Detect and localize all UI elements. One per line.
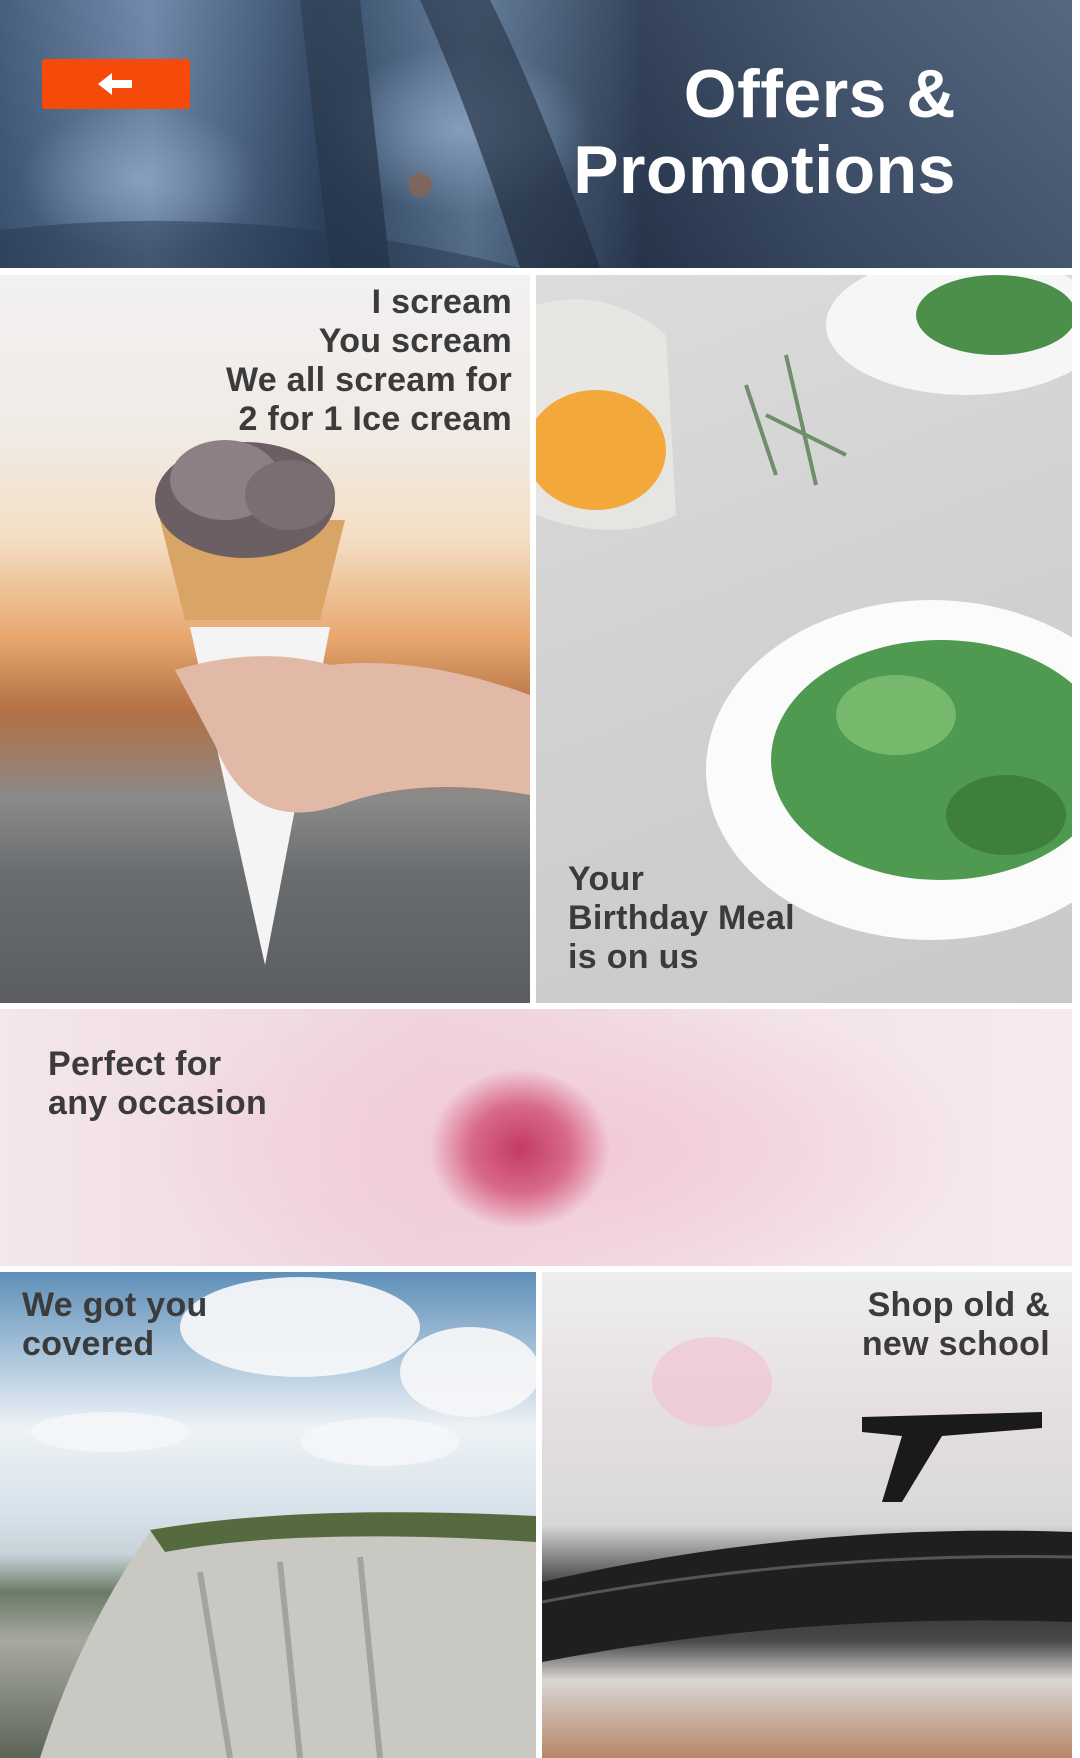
offer-text: Perfect for any occasion	[48, 1045, 267, 1123]
offer-tile-birthday-meal[interactable]: Your Birthday Meal is on us	[536, 275, 1072, 1003]
offer-text-line: Perfect for	[48, 1045, 222, 1083]
offer-text-line: 2 for 1 Ice cream	[238, 400, 512, 438]
offer-text-line: I scream	[371, 283, 512, 321]
offer-text-line: Shop old &	[867, 1286, 1050, 1324]
arrow-left-icon	[98, 73, 132, 95]
offer-text: We got you covered	[22, 1286, 208, 1364]
offer-text-line: You scream	[318, 322, 512, 360]
offer-text-line: We all scream for	[225, 361, 512, 399]
offer-tile-covered[interactable]: We got you covered	[0, 1272, 536, 1758]
offer-text-line: new school	[861, 1325, 1050, 1363]
offer-text-line: Birthday Meal	[568, 899, 795, 937]
page-title-line: Offers &	[683, 56, 956, 132]
offer-text: Shop old & new school	[862, 1286, 1050, 1364]
page-title-line: Promotions	[573, 132, 956, 208]
page-title: Offers & Promotions	[573, 56, 956, 208]
offer-text-line: covered	[22, 1325, 155, 1363]
offer-text: Your Birthday Meal is on us	[568, 860, 795, 977]
offer-text-line: is on us	[568, 938, 699, 976]
offer-text-line: Your	[568, 860, 645, 898]
header-banner: Offers & Promotions	[0, 0, 1072, 268]
offer-text-line: We got you	[22, 1286, 208, 1324]
offer-text-line: any occasion	[48, 1084, 268, 1122]
offer-text: I scream You scream We all scream for 2 …	[226, 283, 512, 439]
offer-tile-ice-cream[interactable]: I scream You scream We all scream for 2 …	[0, 275, 530, 1003]
back-button[interactable]	[42, 59, 190, 109]
offer-tile-shop[interactable]: Shop old & new school	[542, 1272, 1072, 1758]
offer-tile-occasion[interactable]: Perfect for any occasion	[0, 1009, 1072, 1266]
